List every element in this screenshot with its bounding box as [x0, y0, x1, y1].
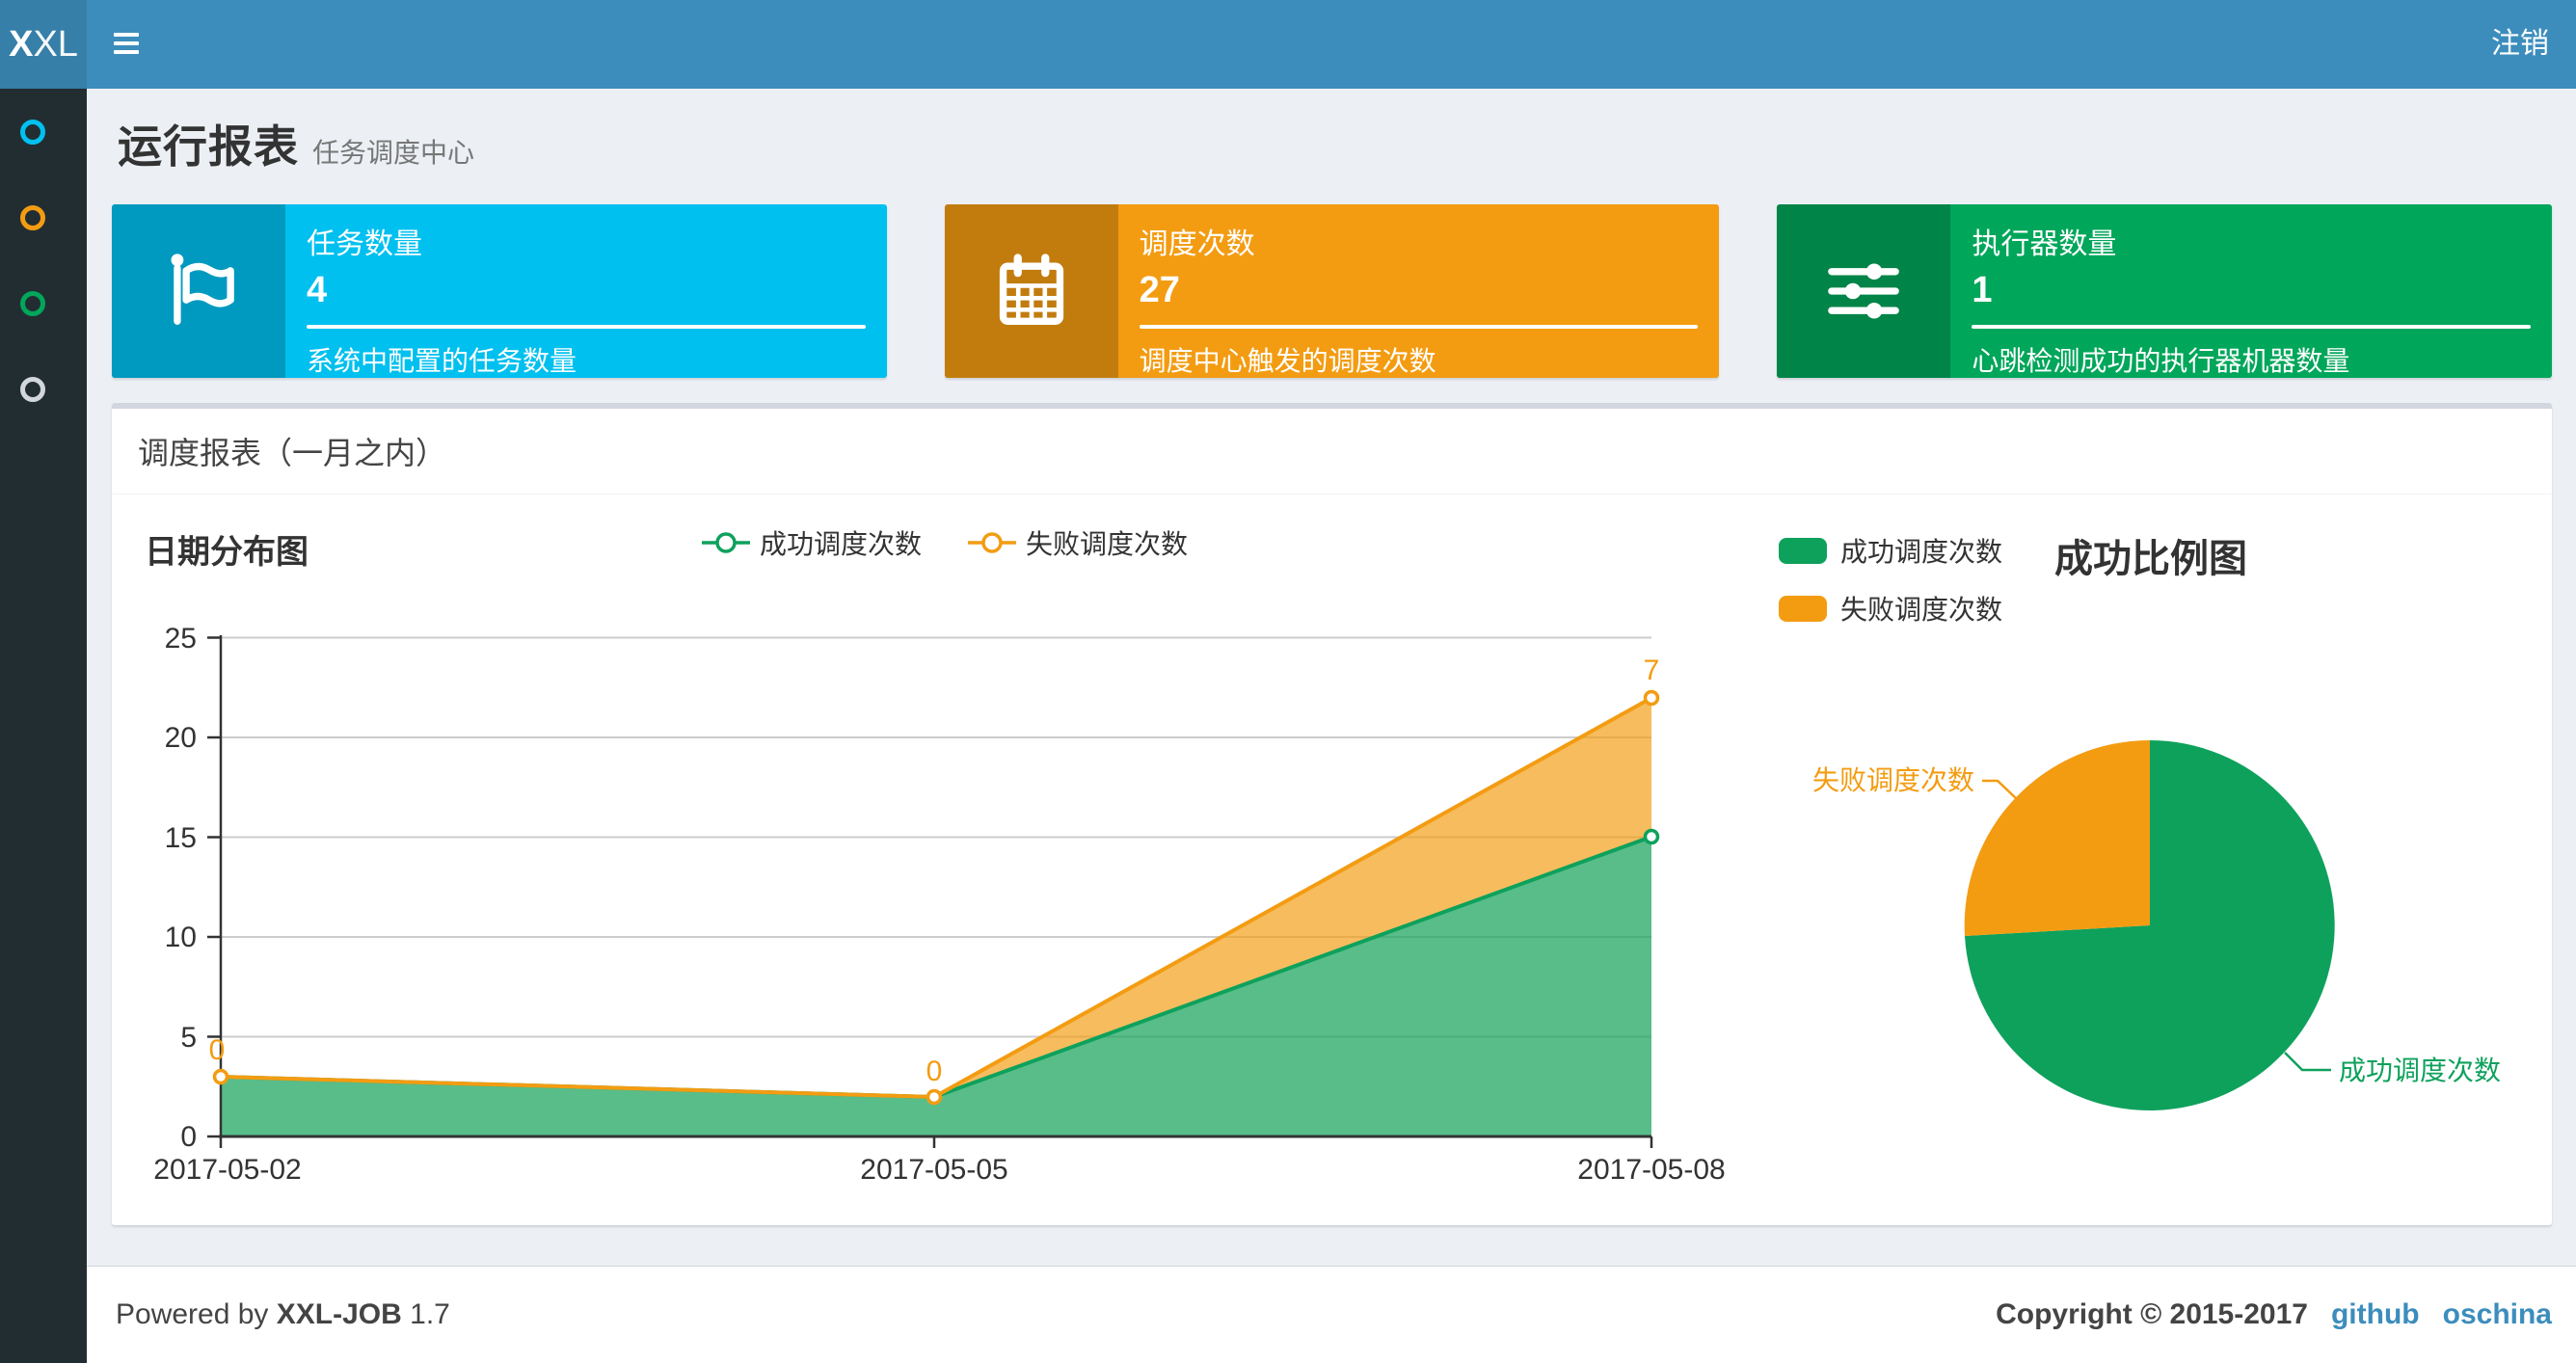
- x-tick-label: 2017-05-08: [1577, 1154, 1725, 1186]
- circle-outline-icon: [20, 119, 45, 145]
- sidebar-item-dashboard[interactable]: [0, 89, 87, 174]
- info-box-executors: 执行器数量 1 心跳检测成功的执行器机器数量: [1777, 204, 2553, 378]
- line-legend-marker-icon: [968, 532, 1017, 553]
- info-box-divider: [1972, 325, 2532, 329]
- page-subtitle: 任务调度中心: [312, 138, 475, 168]
- product-name: XXL-JOB: [276, 1298, 402, 1330]
- fail-point: [926, 1088, 943, 1106]
- page-header: 运行报表 任务调度中心: [118, 112, 2552, 175]
- main-content: 运行报表 任务调度中心 任务数量 4 系统中配置的任务数量 调度次数 27 调度…: [87, 89, 2576, 1266]
- point-label: 7: [1644, 655, 1660, 686]
- powered-prefix: Powered by: [116, 1298, 269, 1330]
- sidebar-item-jobs[interactable]: [0, 174, 87, 260]
- logo-rest-text: XL: [33, 24, 78, 65]
- line-chart-legend: 成功调度次数 失败调度次数: [702, 523, 1188, 562]
- footer: Powered by XXL-JOB 1.7 Copyright © 2015-…: [87, 1266, 2576, 1363]
- circle-outline-icon: [20, 376, 45, 402]
- info-box-divider: [307, 325, 866, 329]
- pie-callout-label-fail: 失败调度次数: [1812, 765, 1974, 795]
- sidebar-toggle-button[interactable]: [87, 0, 175, 89]
- legend-item-success[interactable]: 成功调度次数: [1779, 531, 2002, 570]
- point-label: 0: [926, 1056, 943, 1087]
- report-panel-body: 25 20 15 10 5 0 2017-05-02 2017-05-05 20…: [112, 494, 2552, 1225]
- y-tick-label: 15: [165, 822, 197, 854]
- info-box-value: 1: [1972, 270, 1993, 310]
- sidebar: [0, 89, 87, 1363]
- legend-label: 成功调度次数: [760, 529, 923, 559]
- charts-canvas: 25 20 15 10 5 0 2017-05-02 2017-05-05 20…: [153, 623, 2501, 1186]
- legend-item-fail[interactable]: 失败调度次数: [1779, 589, 2002, 628]
- report-panel: 调度报表（一月之内） 25 20 15 10 5 0 2017-05-02 20…: [112, 403, 2552, 1225]
- logo-bold-text: X: [9, 24, 34, 65]
- pie-callout-label-success: 成功调度次数: [2339, 1056, 2501, 1085]
- legend-label: 失败调度次数: [1840, 595, 2003, 625]
- info-box-description: 心跳检测成功的执行器机器数量: [1972, 346, 2350, 376]
- info-box-description: 调度中心触发的调度次数: [1139, 346, 1436, 376]
- info-box-content: 调度次数 27 调度中心触发的调度次数: [1118, 204, 1720, 378]
- y-tick-label: 5: [180, 1022, 197, 1054]
- sidebar-item-help[interactable]: [0, 346, 87, 432]
- product-version: 1.7: [410, 1298, 450, 1330]
- y-tick-label: 20: [165, 722, 197, 754]
- legend-swatch-icon: [1779, 537, 1827, 564]
- sidebar-item-executors[interactable]: [0, 260, 87, 346]
- pie-chart-legend: 成功调度次数 失败调度次数: [1779, 531, 2002, 647]
- fail-point: [1643, 689, 1660, 707]
- info-box-value: 4: [307, 270, 328, 310]
- info-box-triggers: 调度次数 27 调度中心触发的调度次数: [944, 204, 1720, 378]
- circle-outline-icon: [20, 204, 45, 230]
- info-box-label: 任务数量: [307, 228, 422, 260]
- legend-item-fail[interactable]: 失败调度次数: [968, 523, 1188, 562]
- point-label: 0: [209, 1034, 226, 1066]
- x-axis-labels: 2017-05-02 2017-05-05 2017-05-08: [153, 1154, 1725, 1186]
- legend-label: 成功调度次数: [1840, 537, 2003, 567]
- legend-swatch-icon: [1779, 595, 1827, 622]
- y-axis-labels: 25 20 15 10 5 0: [165, 623, 197, 1153]
- info-box-description: 系统中配置的任务数量: [307, 346, 577, 376]
- y-tick-label: 25: [165, 623, 197, 655]
- success-point: [1643, 828, 1660, 845]
- app-logo[interactable]: XXL: [0, 0, 87, 89]
- y-tick-label: 10: [165, 922, 197, 953]
- info-box-divider: [1139, 325, 1699, 329]
- pie-label-line-fail: [1982, 779, 2018, 800]
- report-panel-title: 调度报表（一月之内）: [112, 409, 2552, 494]
- pie-slice-fail: [1964, 739, 2150, 936]
- calendar-icon: [944, 204, 1118, 378]
- sliders-icon: [1777, 204, 1951, 378]
- page-title: 运行报表: [118, 121, 299, 172]
- y-tick-label: 0: [180, 1121, 197, 1153]
- footer-powered-by: Powered by XXL-JOB 1.7: [116, 1298, 450, 1331]
- circle-outline-icon: [20, 290, 45, 316]
- line-legend-marker-icon: [702, 532, 750, 553]
- legend-item-success[interactable]: 成功调度次数: [702, 523, 922, 562]
- pie-label-line-success: [2284, 1052, 2331, 1072]
- legend-label: 失败调度次数: [1026, 529, 1189, 559]
- top-navbar: XXL 注销: [0, 0, 2576, 89]
- fail-point: [212, 1068, 229, 1085]
- flag-icon: [112, 204, 285, 378]
- copyright-text: Copyright © 2015-2017: [1996, 1298, 2308, 1330]
- info-box-label: 执行器数量: [1972, 228, 2117, 260]
- footer-copyright: Copyright © 2015-2017 github oschina: [1996, 1298, 2552, 1331]
- info-box-value: 27: [1139, 270, 1180, 310]
- info-box-content: 执行器数量 1 心跳检测成功的执行器机器数量: [1950, 204, 2552, 378]
- info-box-content: 任务数量 4 系统中配置的任务数量: [285, 204, 887, 378]
- hamburger-icon: [114, 33, 139, 59]
- info-box-label: 调度次数: [1139, 228, 1255, 260]
- oschina-link[interactable]: oschina: [2443, 1298, 2552, 1331]
- info-box-jobs: 任务数量 4 系统中配置的任务数量: [112, 204, 887, 378]
- info-box-row: 任务数量 4 系统中配置的任务数量 调度次数 27 调度中心触发的调度次数 执行…: [112, 204, 2553, 378]
- logout-link[interactable]: 注销: [2464, 0, 2576, 89]
- x-tick-label: 2017-05-02: [153, 1154, 301, 1186]
- github-link[interactable]: github: [2331, 1298, 2420, 1331]
- x-tick-label: 2017-05-05: [860, 1154, 1007, 1186]
